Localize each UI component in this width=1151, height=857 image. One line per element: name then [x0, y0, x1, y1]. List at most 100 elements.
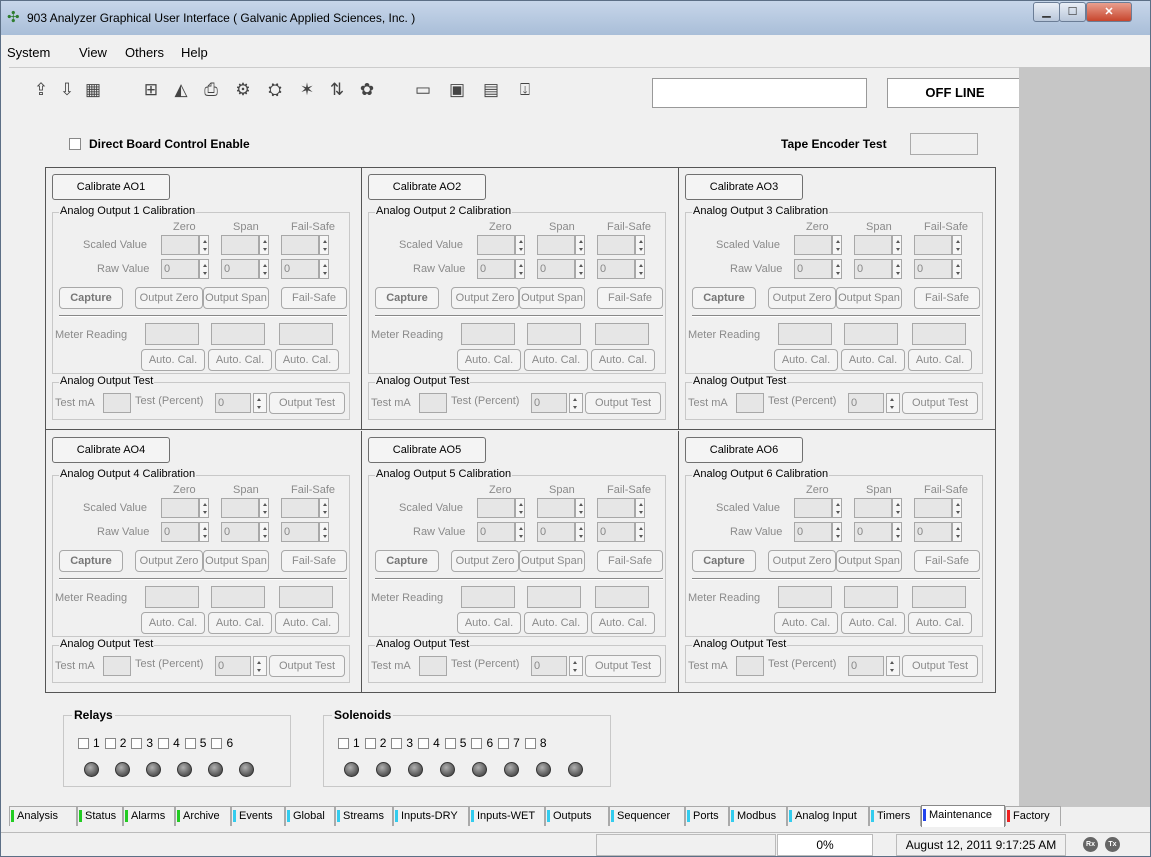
maximize-button[interactable]: ☐	[1059, 2, 1086, 22]
raw-spinner[interactable]	[319, 522, 329, 542]
auto-cal-button[interactable]: Auto. Cal.	[841, 349, 905, 371]
scaled-spinner[interactable]	[319, 235, 329, 255]
raw-value-field[interactable]: 0	[537, 522, 575, 542]
output-span-button[interactable]: Output Span	[203, 287, 269, 309]
calibrate-button[interactable]: Calibrate AO4	[52, 437, 170, 463]
raw-spinner[interactable]	[319, 259, 329, 279]
relays-checkbox-3[interactable]: 3	[131, 736, 153, 750]
scaled-value-field[interactable]	[281, 235, 319, 255]
checkbox[interactable]	[69, 138, 81, 150]
scaled-spinner[interactable]	[832, 498, 842, 518]
output-span-button[interactable]: Output Span	[519, 287, 585, 309]
scaled-spinner[interactable]	[635, 498, 645, 518]
scaled-spinner[interactable]	[259, 498, 269, 518]
raw-value-field[interactable]: 0	[597, 522, 635, 542]
meter-reading-field[interactable]	[461, 323, 515, 345]
auto-cal-button[interactable]: Auto. Cal.	[908, 612, 972, 634]
output-span-button[interactable]: Output Span	[836, 550, 902, 572]
meter-reading-field[interactable]	[145, 586, 199, 608]
meter-reading-field[interactable]	[595, 586, 649, 608]
output-test-button[interactable]: Output Test	[902, 392, 978, 414]
calibrate-button[interactable]: Calibrate AO6	[685, 437, 803, 463]
checkbox[interactable]	[78, 738, 89, 749]
tab-global[interactable]: Global	[285, 806, 335, 826]
raw-spinner[interactable]	[635, 259, 645, 279]
calibrate-button[interactable]: Calibrate AO2	[368, 174, 486, 200]
auto-cal-button[interactable]: Auto. Cal.	[275, 612, 339, 634]
raw-spinner[interactable]	[952, 259, 962, 279]
checkbox[interactable]	[104, 738, 116, 749]
checkbox[interactable]	[524, 738, 536, 749]
scaled-spinner[interactable]	[952, 235, 962, 255]
auto-cal-button[interactable]: Auto. Cal.	[591, 349, 655, 371]
test-percent-field[interactable]: 0	[848, 656, 884, 676]
calibrate-button[interactable]: Calibrate AO1	[52, 174, 170, 200]
chart-icon[interactable]: ◭	[169, 78, 193, 102]
scaled-spinner[interactable]	[575, 235, 585, 255]
capture-button[interactable]: Capture	[692, 550, 756, 572]
output-zero-button[interactable]: Output Zero	[451, 287, 519, 309]
tab-modbus[interactable]: Modbus	[729, 806, 787, 826]
scaled-value-field[interactable]	[537, 235, 575, 255]
checkbox[interactable]	[338, 738, 349, 749]
upload-icon[interactable]: ⇪	[29, 78, 53, 102]
open-folder-icon[interactable]: ▭	[411, 78, 435, 102]
calibrate-button[interactable]: Calibrate AO5	[368, 437, 486, 463]
capture-button[interactable]: Capture	[59, 287, 123, 309]
scaled-value-field[interactable]	[537, 498, 575, 518]
printer-icon[interactable]: ⎙	[199, 78, 223, 102]
raw-value-field[interactable]: 0	[794, 522, 832, 542]
raw-spinner[interactable]	[259, 522, 269, 542]
raw-spinner[interactable]	[259, 259, 269, 279]
scaled-value-field[interactable]	[597, 235, 635, 255]
scaled-spinner[interactable]	[952, 498, 962, 518]
menu-help[interactable]: Help	[181, 45, 208, 60]
capture-button[interactable]: Capture	[692, 287, 756, 309]
palette-icon[interactable]: ✿	[355, 78, 379, 102]
solenoids-checkbox-7[interactable]: 7	[498, 736, 520, 750]
raw-value-field[interactable]: 0	[914, 259, 952, 279]
relays-checkbox-4[interactable]: 4	[158, 736, 180, 750]
fail-safe-button[interactable]: Fail-Safe	[597, 287, 663, 309]
raw-spinner[interactable]	[515, 259, 525, 279]
raw-spinner[interactable]	[832, 259, 842, 279]
scaled-spinner[interactable]	[259, 235, 269, 255]
meter-reading-field[interactable]	[912, 586, 966, 608]
auto-cal-button[interactable]: Auto. Cal.	[141, 612, 205, 634]
tab-inputs-dry[interactable]: Inputs-DRY	[393, 806, 469, 826]
scaled-value-field[interactable]	[794, 498, 832, 518]
tab-maintenance[interactable]: Maintenance	[921, 805, 1005, 827]
output-span-button[interactable]: Output Span	[519, 550, 585, 572]
auto-cal-button[interactable]: Auto. Cal.	[275, 349, 339, 371]
fail-safe-button[interactable]: Fail-Safe	[281, 550, 347, 572]
scaled-value-field[interactable]	[221, 235, 259, 255]
capture-button[interactable]: Capture	[59, 550, 123, 572]
scaled-value-field[interactable]	[477, 498, 515, 518]
raw-spinner[interactable]	[892, 522, 902, 542]
auto-cal-button[interactable]: Auto. Cal.	[591, 612, 655, 634]
test-percent-spinner[interactable]	[253, 393, 267, 413]
tab-status[interactable]: Status	[77, 806, 123, 826]
test-percent-field[interactable]: 0	[215, 656, 251, 676]
menu-view[interactable]: View	[79, 45, 107, 60]
menu-others[interactable]: Others	[125, 45, 164, 60]
tab-events[interactable]: Events	[231, 806, 285, 826]
tab-alarms[interactable]: Alarms	[123, 806, 175, 826]
raw-spinner[interactable]	[515, 522, 525, 542]
switch-icon[interactable]: ⇅	[325, 78, 349, 102]
output-test-button[interactable]: Output Test	[269, 392, 345, 414]
gear-icon[interactable]: ⚙	[231, 78, 255, 102]
fail-safe-button[interactable]: Fail-Safe	[597, 550, 663, 572]
checkbox[interactable]	[131, 738, 143, 749]
output-zero-button[interactable]: Output Zero	[135, 287, 203, 309]
capture-button[interactable]: Capture	[375, 550, 439, 572]
tab-outputs[interactable]: Outputs	[545, 806, 609, 826]
auto-cal-button[interactable]: Auto. Cal.	[457, 349, 521, 371]
meter-reading-field[interactable]	[211, 586, 265, 608]
tab-ports[interactable]: Ports	[685, 806, 729, 826]
output-test-button[interactable]: Output Test	[269, 655, 345, 677]
relays-checkbox-5[interactable]: 5	[184, 736, 206, 750]
meter-reading-field[interactable]	[527, 586, 581, 608]
auto-cal-button[interactable]: Auto. Cal.	[457, 612, 521, 634]
meter-reading-field[interactable]	[279, 323, 333, 345]
